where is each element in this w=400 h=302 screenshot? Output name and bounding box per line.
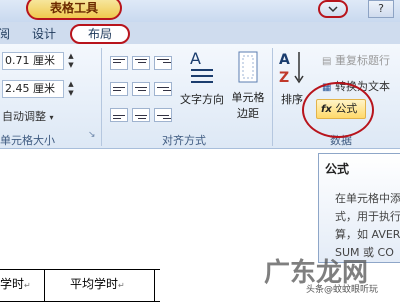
table-cell-text: 学时	[0, 277, 25, 291]
tab-row: 阅 设计 布局	[0, 22, 400, 44]
table-tools-tab[interactable]: 表格工具	[26, 0, 122, 20]
svg-text:A: A	[279, 52, 290, 68]
tooltip-line-3: 算，如 AVER	[335, 228, 400, 241]
chevron-down-icon	[328, 6, 338, 13]
column-width-field[interactable]: 2.45 厘米	[2, 80, 64, 98]
formula-tooltip: 公式 在单元格中添 式，用于执行 算，如 AVER SUM 或 CO	[318, 153, 400, 263]
dropdown-arrow-icon: ▾	[49, 113, 54, 122]
text-direction-label: 文字方向	[180, 93, 224, 106]
tab-design[interactable]: 设计	[22, 24, 66, 44]
text-direction-icon: A	[190, 49, 213, 83]
tooltip-line-2: 式，用于执行	[335, 210, 400, 223]
alignment-group-label: 对齐方式	[162, 134, 206, 147]
cell-margins-button[interactable]: 单元格 边距	[228, 44, 268, 124]
cell-mark-icon: ↵	[24, 281, 31, 290]
align-bottom-right-button[interactable]	[154, 108, 172, 122]
align-top-left-button[interactable]	[110, 56, 128, 70]
align-middle-center-button[interactable]	[132, 82, 150, 96]
highlight-circle	[302, 82, 374, 138]
cell-margins-label-2: 边距	[237, 107, 259, 120]
align-bottom-center-button[interactable]	[132, 108, 150, 122]
align-middle-left-button[interactable]	[110, 82, 128, 96]
group-separator	[272, 48, 273, 146]
help-button[interactable]: ?	[368, 0, 394, 18]
svg-text:A: A	[190, 49, 201, 68]
cell-size-group-label: 单元格大小	[0, 134, 55, 147]
dialog-launcher-icon[interactable]: ↘	[88, 130, 96, 140]
autofit-label: 自动调整	[2, 110, 46, 123]
table-cell-text: 平均学时	[70, 277, 119, 291]
group-separator	[101, 48, 102, 146]
sort-az-icon: A Z	[279, 52, 304, 86]
credit-text: 头条@蚊蚊眼听玩	[306, 285, 379, 295]
align-bottom-left-button[interactable]	[110, 108, 128, 122]
repeat-header-label: 重复标题行	[334, 54, 390, 67]
svg-text:Z: Z	[279, 70, 289, 86]
tooltip-line-1: 在单元格中添	[335, 192, 400, 205]
window-controls: ?	[318, 0, 400, 18]
align-top-center-button[interactable]	[132, 56, 150, 70]
table-cell-border	[44, 270, 45, 301]
cell-mark-icon: ↵	[118, 281, 125, 290]
table-cell[interactable]: 学时↵	[0, 275, 31, 292]
column-width-spinner[interactable]: ▲ ▼	[66, 80, 76, 98]
row-height-field[interactable]: 0.71 厘米	[2, 52, 64, 70]
row-height-spinner[interactable]: ▲ ▼	[66, 52, 76, 70]
repeat-header-icon: ▤	[322, 56, 332, 67]
cell-margins-label-1: 单元格	[231, 91, 265, 104]
table-cell[interactable]: 平均学时↵	[70, 275, 125, 292]
tooltip-title: 公式	[325, 162, 350, 176]
align-top-right-button[interactable]	[154, 56, 172, 70]
align-middle-right-button[interactable]	[154, 82, 172, 96]
ribbon-minimize-button[interactable]	[318, 0, 348, 18]
text-direction-button[interactable]: A 文字方向	[176, 44, 228, 110]
document-table[interactable]: 学时↵ 平均学时↵	[0, 269, 160, 302]
tab-view[interactable]: 阅	[0, 24, 14, 44]
tab-layout[interactable]: 布局	[70, 24, 130, 44]
repeat-header-button[interactable]: ▤ 重复标题行	[322, 52, 390, 68]
table-cell-border	[154, 270, 155, 301]
autofit-button[interactable]: 自动调整 ▾	[2, 108, 54, 124]
cell-margins-icon	[238, 51, 258, 83]
